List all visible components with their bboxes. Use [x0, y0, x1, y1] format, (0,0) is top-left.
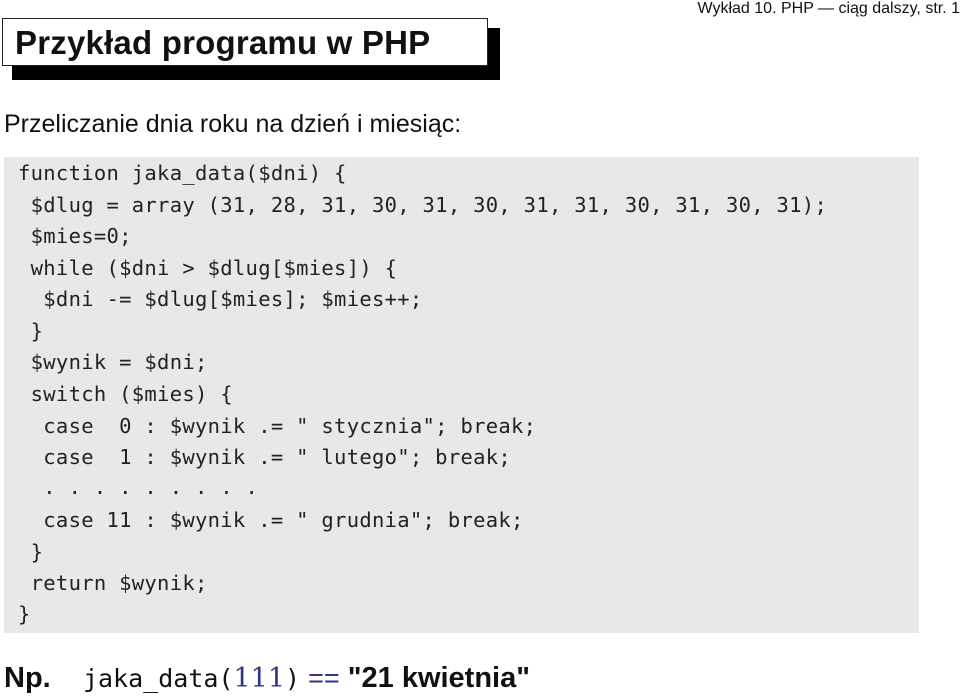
example-operator: == — [308, 663, 340, 693]
code-line: return $wynik; — [18, 571, 208, 595]
example-label: Np. — [4, 662, 51, 694]
example-line: Np. jaka_data(111) == "21 kwietnia" — [4, 662, 530, 695]
lecture-info: Wykład 10. PHP — ciąg dalszy, str. 1 — [697, 0, 960, 17]
code-line: $dlug = array (31, 28, 31, 30, 31, 30, 3… — [18, 193, 828, 217]
section-subtitle: Przeliczanie dnia roku na dzień i miesią… — [4, 110, 462, 138]
example-call-prefix: jaka_data( — [82, 664, 234, 693]
code-line: case 1 : $wynik .= " lutego"; break; — [18, 445, 512, 469]
code-line: case 0 : $wynik .= " stycznia"; break; — [18, 414, 537, 438]
code-line: switch ($mies) { — [18, 382, 233, 406]
example-result: "21 kwietnia" — [347, 662, 530, 694]
code-line: } — [18, 602, 31, 626]
code-line: case 11 : $wynik .= " grudnia"; break; — [18, 508, 524, 532]
page-title: Przykład programu w PHP — [15, 24, 431, 61]
code-block: function jaka_data($dni) { $dlug = array… — [4, 157, 919, 633]
code-line: } — [18, 540, 44, 564]
code-line: while ($dni > $dlug[$mies]) { — [18, 256, 398, 280]
code-line: . . . . . . . . . — [18, 475, 259, 499]
example-call-suffix: ) — [285, 664, 301, 693]
code-line: $wynik = $dni; — [18, 350, 208, 374]
code-line: } — [18, 319, 44, 343]
code-line: $mies=0; — [18, 224, 132, 248]
code-line: $dni -= $dlug[$mies]; $mies++; — [18, 287, 423, 311]
title-box: Przykład programu w PHP — [2, 18, 488, 66]
example-argument: 111 — [233, 663, 286, 694]
code-line: function jaka_data($dni) { — [18, 161, 347, 185]
